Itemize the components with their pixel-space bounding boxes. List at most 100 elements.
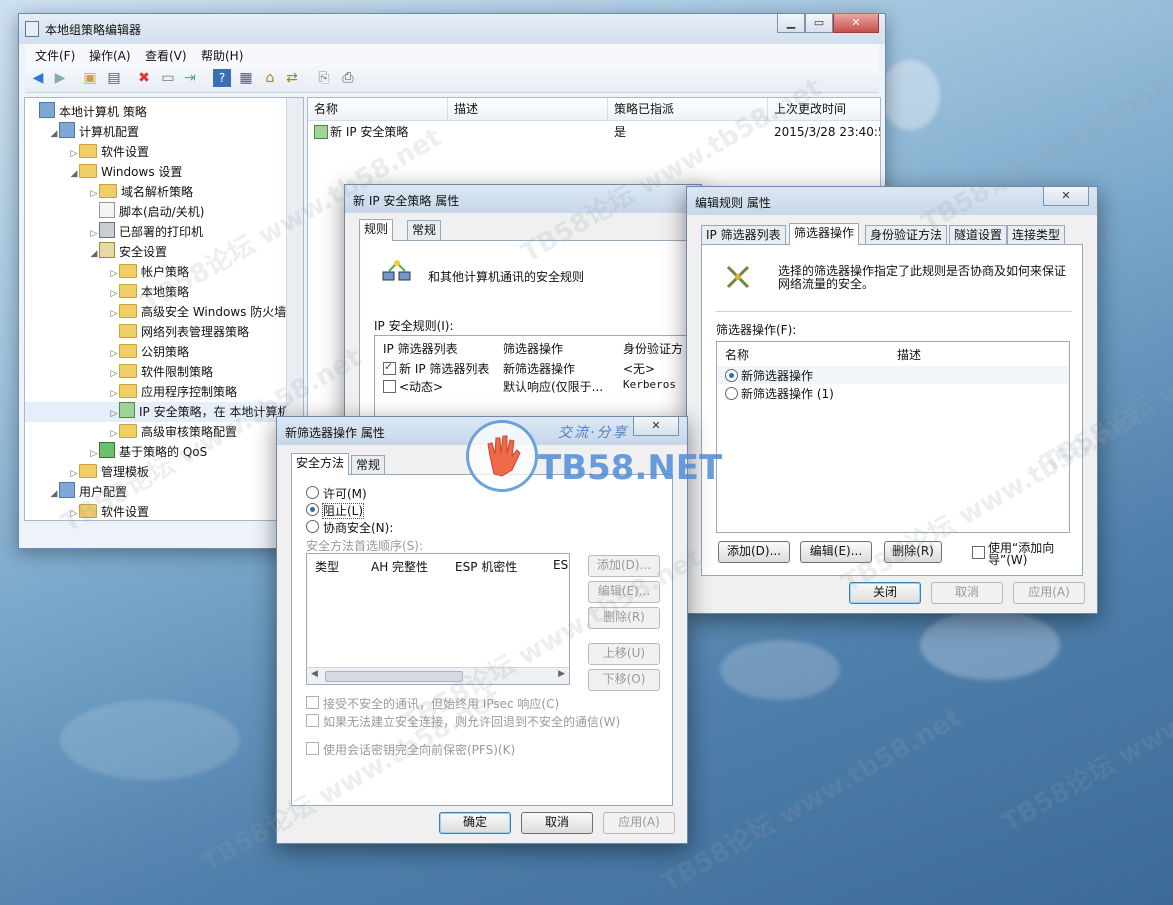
tree-item[interactable]: ◢ 计算机配置 [25, 122, 139, 142]
minimize-button[interactable]: ▁ [777, 14, 805, 33]
tree-pane[interactable]: 本地计算机 策略 ◢ 计算机配置 ▷ 软件设置 ◢ Windows 设置 ▷ 域名解析策略 脚本(… [24, 97, 304, 521]
menu-view[interactable]: 查看(V) [145, 47, 187, 64]
tree-item[interactable]: ▷ 软件设置 [25, 142, 149, 162]
permit-radio-row[interactable]: 许可(M) [306, 485, 367, 502]
close-dialog-button[interactable]: 关闭 [849, 582, 921, 604]
menu-action[interactable]: 操作(A) [89, 47, 131, 64]
expander-icon[interactable]: ▷ [109, 384, 119, 404]
col-assigned[interactable]: 策略已指派 [608, 98, 768, 121]
tree-item[interactable]: 网络列表管理器策略 [25, 322, 249, 342]
back-arrow-icon[interactable]: ◀ [29, 69, 47, 87]
import-export-icon[interactable]: ⇄ [283, 69, 301, 87]
expander-icon[interactable]: ◢ [49, 124, 59, 144]
tree-item[interactable]: ▷ 应用程序控制策略 [25, 382, 237, 402]
expander-icon[interactable]: ▷ [69, 504, 79, 520]
list-item[interactable]: 新筛选器操作 [717, 366, 1069, 384]
tab-general[interactable]: 常规 [351, 455, 386, 476]
add-button[interactable]: 添加(D)... [718, 541, 790, 563]
scroll-left-icon[interactable]: ◀ [311, 669, 318, 679]
expander-icon[interactable]: ▷ [109, 344, 119, 364]
tree-item[interactable]: 本地计算机 策略 [25, 102, 147, 122]
ok-button[interactable]: 确定 [439, 812, 511, 834]
expander-icon[interactable]: ▷ [89, 224, 99, 244]
delete-icon[interactable]: ✖ [135, 69, 153, 87]
expander-icon[interactable]: ▷ [109, 304, 119, 324]
menu-help[interactable]: 帮助(H) [201, 47, 243, 64]
block-radio-row[interactable]: 阻止(L) [306, 502, 365, 519]
edit-button[interactable]: 编辑(E)... [800, 541, 872, 563]
tab-ip-filter-list[interactable]: IP 筛选器列表 [701, 225, 786, 246]
title-bar[interactable]: 新 IP 安全策略 属性 [345, 185, 701, 213]
col-filter-action[interactable]: 筛选器操作 [503, 340, 563, 357]
scroll-thumb[interactable] [325, 671, 463, 682]
tree-item[interactable]: ▷ 高级审核策略配置 [25, 422, 237, 442]
tab-connection-type[interactable]: 连接类型 [1007, 225, 1066, 246]
tree-item[interactable]: ▷ 管理模板 [25, 462, 149, 482]
negotiate-radio-row[interactable]: 协商安全(N): [306, 519, 393, 536]
add-method-button[interactable]: 添加(D)... [588, 555, 660, 577]
fallback-checkbox[interactable] [306, 714, 319, 727]
col-type[interactable]: 类型 [315, 558, 339, 575]
tree-item[interactable]: ▷ 公钥策略 [25, 342, 189, 362]
expander-icon[interactable]: ◢ [69, 164, 79, 184]
manage-ip-filter-icon[interactable]: ⌂ [261, 69, 279, 87]
menu-file[interactable]: 文件(F) [35, 47, 75, 64]
create-policy-icon[interactable]: ⎘ [315, 69, 333, 87]
tree-item[interactable]: ▷ 基于策略的 QoS [25, 442, 207, 462]
fallback-option[interactable]: 如果无法建立安全连接，则允许回退到不安全的通信(W) [306, 713, 620, 730]
apply-button[interactable]: 应用(A) [603, 812, 675, 834]
tab-auth-methods[interactable]: 身份验证方法 [865, 225, 948, 246]
tab-general[interactable]: 常规 [407, 220, 442, 241]
edit-method-button[interactable]: 编辑(E)... [588, 581, 660, 603]
accept-unsecured-checkbox[interactable] [306, 696, 319, 709]
negotiate-radio[interactable] [306, 520, 319, 533]
expander-icon[interactable]: ▷ [109, 364, 119, 384]
tree-item[interactable]: ▷ 高级安全 Windows 防火墙 [25, 302, 286, 322]
col-description[interactable]: 描述 [897, 346, 921, 363]
table-row[interactable]: 新 IP 安全策略 是 2015/3/28 23:40:5 [308, 122, 880, 142]
tree-item[interactable]: ▷ 已部署的打印机 [25, 222, 203, 242]
move-down-button[interactable]: 下移(O) [588, 669, 660, 691]
title-bar[interactable]: 本地组策略编辑器 ▁ ▭ ✕ [19, 14, 885, 44]
view-icon[interactable]: ▦ [237, 69, 255, 87]
use-wizard-checkbox[interactable] [972, 546, 985, 559]
expander-icon[interactable]: ◢ [89, 244, 99, 264]
remove-button[interactable]: 删除(R) [884, 541, 942, 563]
filter-actions-list[interactable]: 名称 描述 新筛选器操作 新筛选器操作 (1) [716, 341, 1070, 533]
rule-enabled-checkbox[interactable] [383, 360, 396, 375]
expander-icon[interactable]: ▷ [89, 444, 99, 464]
col-ah-integrity[interactable]: AH 完整性 [371, 558, 428, 575]
forward-arrow-icon[interactable]: ▶ [51, 69, 69, 87]
expander-icon[interactable]: ▷ [109, 284, 119, 304]
filter-action-radio[interactable] [725, 387, 738, 400]
col-esp-integrity[interactable]: ESI [553, 558, 569, 572]
col-modified[interactable]: 上次更改时间 [768, 98, 880, 121]
tab-tunnel-settings[interactable]: 隧道设置 [949, 225, 1008, 246]
expander-icon[interactable]: ▷ [69, 464, 79, 484]
pfs-checkbox[interactable] [306, 742, 319, 755]
expander-icon[interactable]: ▷ [89, 184, 99, 204]
properties-icon[interactable]: ▭ [159, 69, 177, 87]
tab-filter-action[interactable]: 筛选器操作 [789, 223, 860, 245]
expander-icon[interactable]: ▷ [109, 404, 119, 424]
cancel-button[interactable]: 取消 [521, 812, 593, 834]
tree-item[interactable]: ▷ 软件设置 [25, 502, 149, 520]
tab-rules[interactable]: 规则 [359, 219, 394, 241]
rule-enabled-checkbox[interactable] [383, 380, 396, 393]
col-esp-confidentiality[interactable]: ESP 机密性 [455, 558, 517, 575]
expander-icon[interactable]: ▷ [109, 264, 119, 284]
expander-icon[interactable]: ▷ [109, 424, 119, 444]
security-methods-list[interactable]: 类型 AH 完整性 ESP 机密性 ESI ◀ ▶ [306, 553, 570, 685]
tree-item[interactable]: ▷ 软件限制策略 [25, 362, 213, 382]
expander-icon[interactable]: ▷ [69, 144, 79, 164]
col-filter-list[interactable]: IP 筛选器列表 [383, 340, 458, 357]
tree-item[interactable]: ▷ IP 安全策略，在 本地计算机 [25, 402, 290, 424]
tree-item[interactable]: ▷ 帐户策略 [25, 262, 189, 282]
table-row[interactable]: 新 IP 筛选器列表 新筛选器操作 <无> [375, 358, 705, 376]
block-radio[interactable] [306, 503, 319, 516]
tree-item[interactable]: ◢ Windows 设置 [25, 162, 182, 182]
accept-unsecured-option[interactable]: 接受不安全的通讯，但始终用 IPsec 响应(C) [306, 695, 559, 712]
tree-item[interactable]: ◢ 安全设置 [25, 242, 167, 262]
maximize-button[interactable]: ▭ [805, 14, 833, 33]
move-up-button[interactable]: 上移(U) [588, 643, 660, 665]
